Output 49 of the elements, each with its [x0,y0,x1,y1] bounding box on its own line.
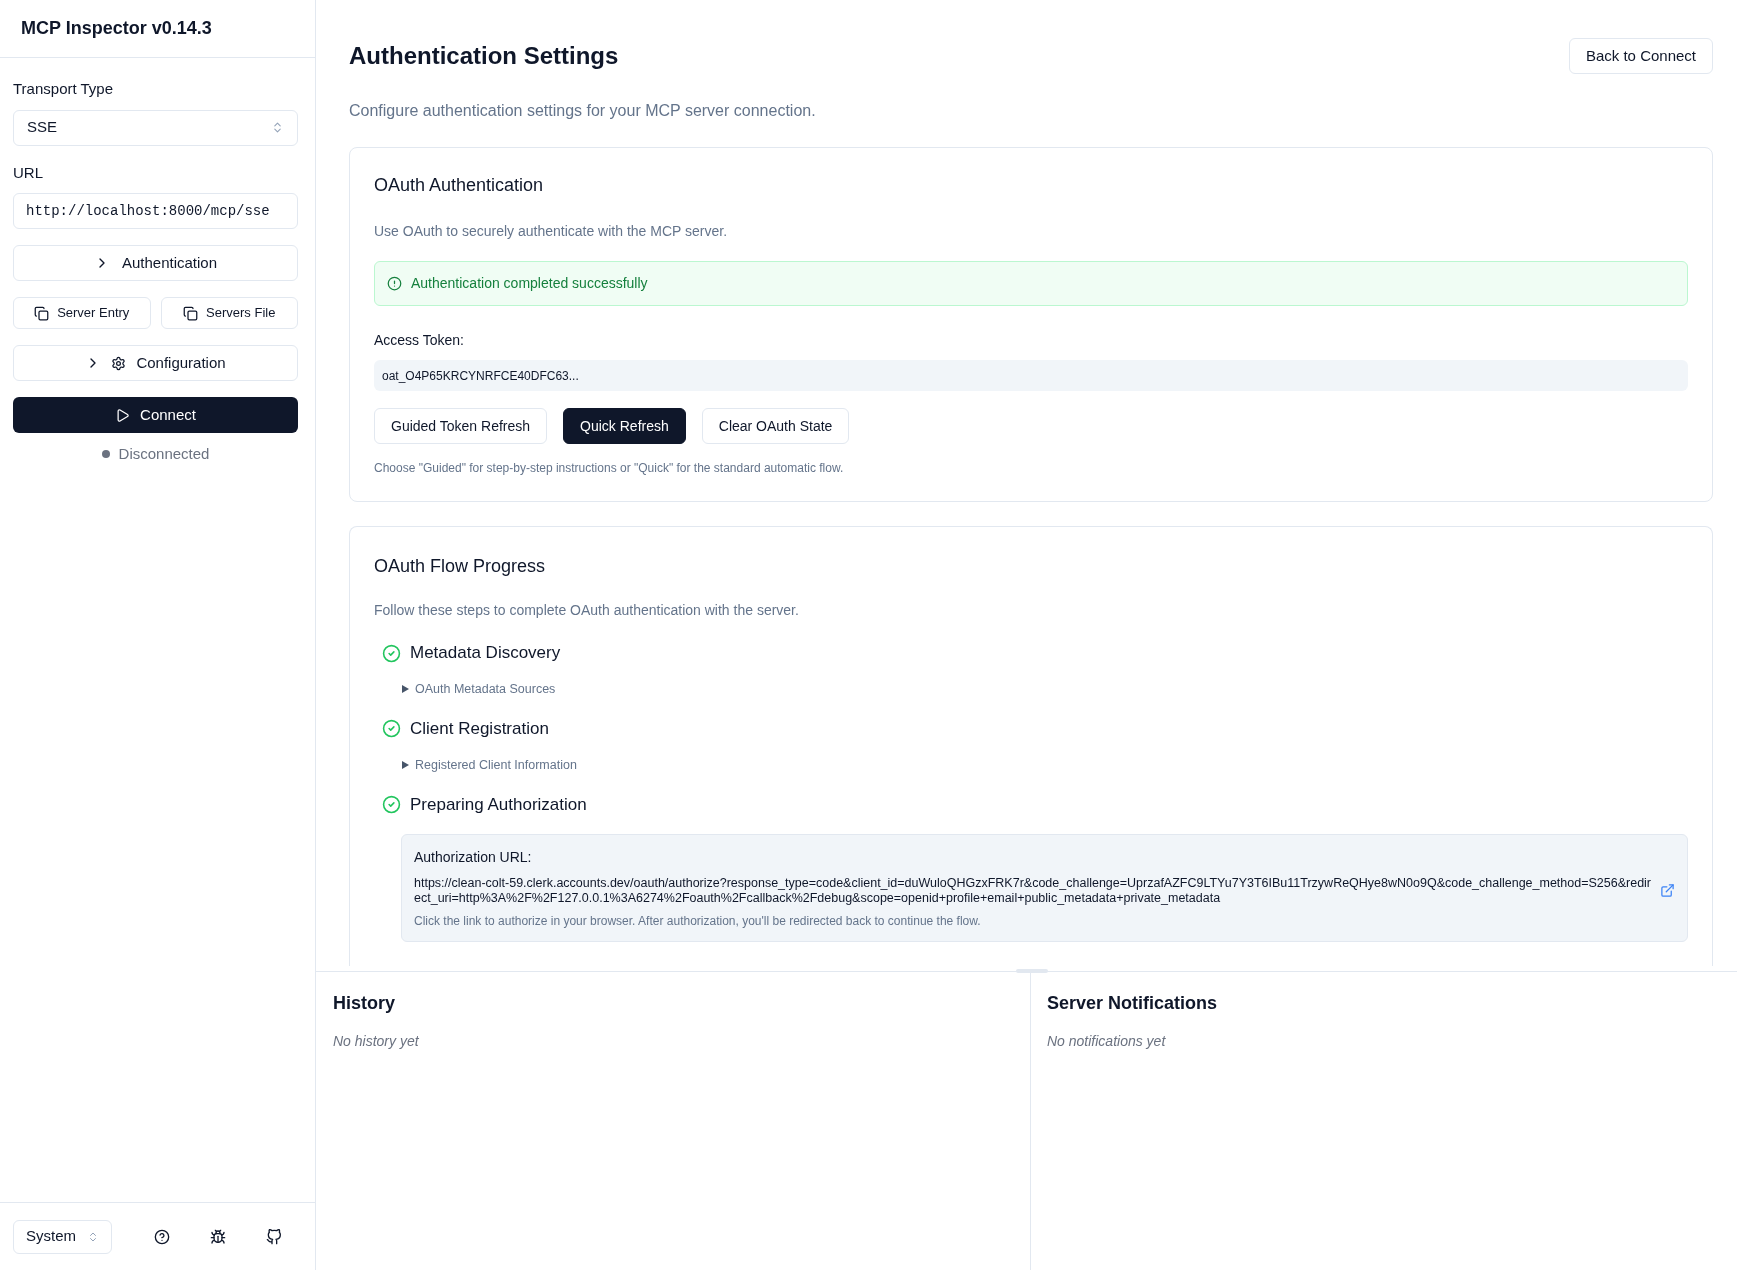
refresh-hint: Choose "Guided" for step-by-step instructions or "Quick" for the standard automatic flow. [374,460,845,477]
back-button[interactable]: Back to Connect [1568,38,1713,74]
card-title: OAuth Flow Progress [374,555,547,578]
connection-status: Disconnected [118,444,210,464]
step-title: Client Registration [410,718,549,740]
step-title: Preparing Authorization [410,793,587,816]
panel-title: History [333,992,396,1015]
card-description: Use OAuth to securely authenticate with the MCP server. [374,222,729,241]
app-title: MCP Inspector v0.14.3 [21,17,212,40]
details-toggle[interactable]: OAuth Metadata Sources [402,680,556,699]
empty-message: No history yet [333,1032,420,1051]
settings-icon [111,355,127,371]
connect-button[interactable]: Connect [13,397,298,433]
token-action-button[interactable]: Quick Refresh [563,408,686,444]
access-token-field: oat_O4P65KRCYNRFCE40DFC63... [374,360,1688,391]
card-title: OAuth Authentication [374,174,545,197]
token-action-button[interactable]: Clear OAuth State [701,408,850,444]
copy-button[interactable]: Servers File [160,297,298,329]
field-label: Transport Type [13,79,115,99]
configuration-button[interactable]: Configuration [13,345,298,381]
field-label: URL [13,162,44,183]
bug-icon[interactable] [210,1228,226,1245]
theme-select[interactable]: System [13,1219,112,1254]
authorization-url-link[interactable]: https://clean-colt-59.clerk.accounts.dev/oauth/authorize?response_type=code&client_id=duWuloQHGzxFRK7r&code_challenge=UprzafAZFC9LTYu7Y3T6IBu11TrzywReQHye8wN0o9Q&code_challenge_method=S256&redirect_uri=http%3A%2F%2F127.0.0.1%3A6274%2Foauth%2Fcallback%2Fdebug&scope=openid+profile+email+public_metadata+private_metadata [414,875,1652,906]
copy-button[interactable]: Server Entry [13,297,151,329]
authentication-button[interactable]: Authentication [13,245,298,281]
url-input[interactable]: http://localhost:8000/mcp/sse [13,193,298,229]
token-label: Access Token: [374,331,465,350]
help-icon[interactable] [154,1228,170,1245]
alert-message: Authentication completed successfully [411,274,648,293]
empty-message: No notifications yet [1047,1032,1167,1051]
auth-url-label: Authorization URL: [414,847,533,867]
page-title: Authentication Settings [349,41,619,71]
chevrons-up-down-icon [271,121,284,134]
step-title: Metadata Discovery [410,642,561,665]
page-description: Configure authentication settings for your MCP server connection. [349,101,817,121]
play-icon [115,407,131,423]
auth-url-hint: Click the link to authorize in your browser. After authorization, you'll be redirected back to continue the flow. [414,912,982,930]
copy-icon [34,305,50,321]
chevrons-up-down-icon [87,1230,99,1243]
alert-icon [387,276,402,291]
transport-select[interactable]: SSE [13,109,298,146]
card-description: Follow these steps to complete OAuth authentication with the server. [374,601,800,620]
panel-title: Server Notifications [1047,992,1219,1015]
details-toggle[interactable]: Registered Client Information [402,755,577,775]
token-action-button[interactable]: Guided Token Refresh [374,408,548,444]
external-link-icon[interactable] [1660,883,1675,898]
github-icon[interactable] [266,1228,282,1245]
copy-icon [183,305,199,321]
